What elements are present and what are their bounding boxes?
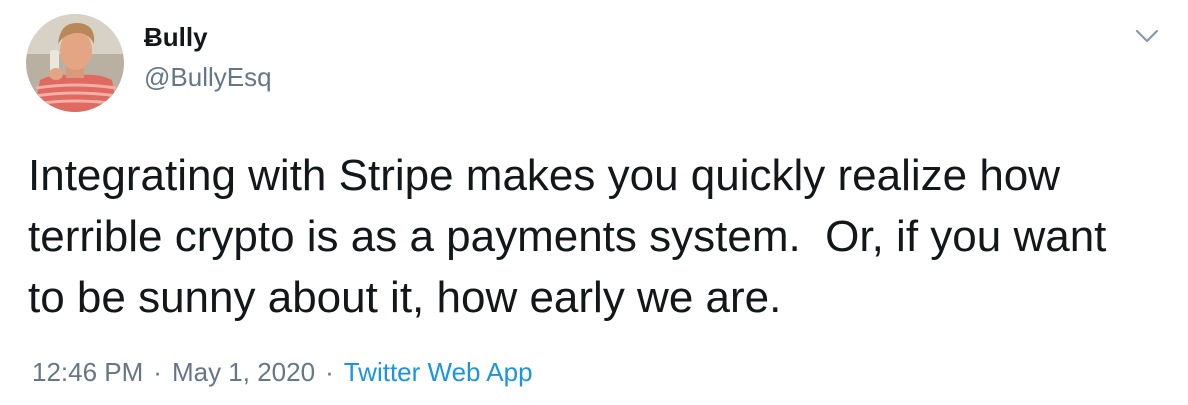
tweet-source-link[interactable]: Twitter Web App (344, 355, 533, 389)
avatar-photo (26, 14, 124, 112)
tweet-text: Integrating with Stripe makes you quickl… (28, 151, 1107, 322)
avatar[interactable] (26, 14, 124, 112)
tweet-time[interactable]: 12:46 PM (32, 355, 143, 389)
meta-separator: · (153, 357, 162, 387)
tweet-card: Ƀully @BullyEsq Integrating with Stripe … (0, 0, 1188, 405)
tweet-meta: 12:46 PM · May 1, 2020 · Twitter Web App (32, 355, 533, 389)
author-names: Ƀully @BullyEsq (144, 20, 272, 94)
display-name[interactable]: Ƀully (144, 20, 272, 54)
meta-separator: · (325, 357, 334, 387)
tweet-date[interactable]: May 1, 2020 (172, 355, 315, 389)
user-handle[interactable]: @BullyEsq (144, 60, 272, 94)
tweet-header: Ƀully @BullyEsq (26, 14, 272, 112)
chevron-down-icon[interactable] (1134, 26, 1160, 46)
